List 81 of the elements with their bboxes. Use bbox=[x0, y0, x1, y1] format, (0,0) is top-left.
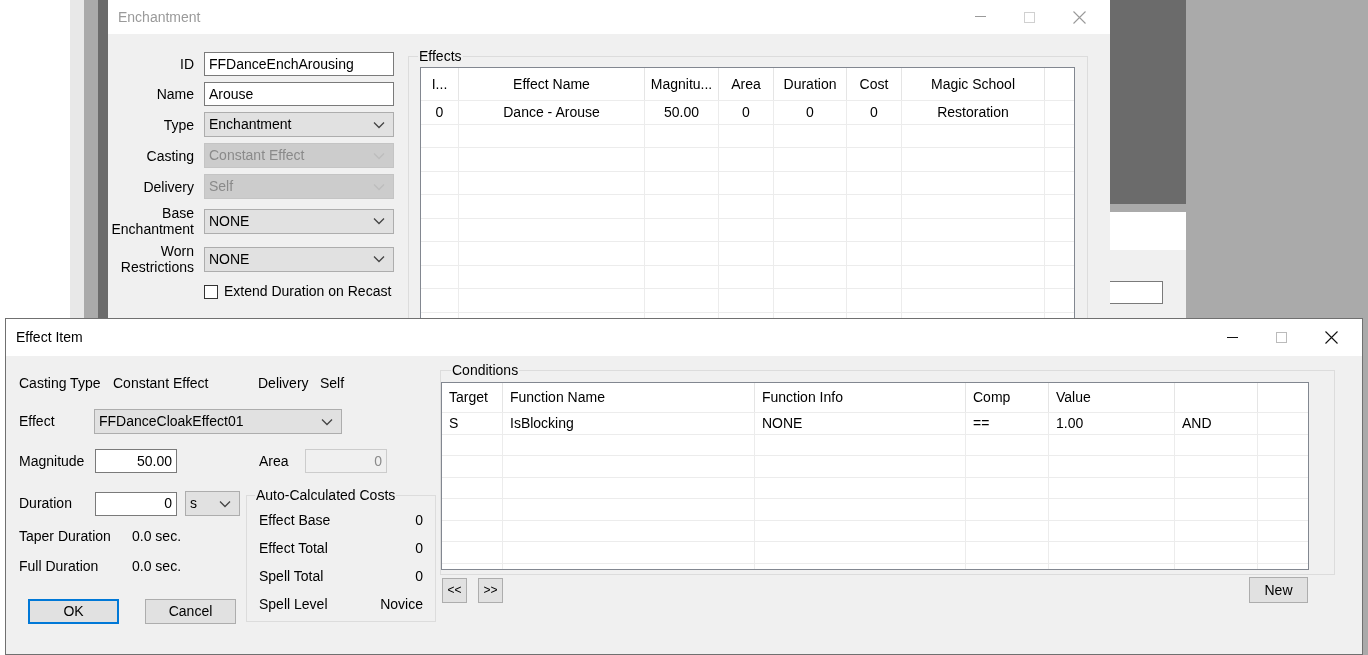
dropdown[interactable]: s bbox=[185, 491, 240, 516]
field-label: Spell Total bbox=[259, 566, 324, 586]
field-label: Duration bbox=[19, 494, 73, 513]
table-cell-text: Restoration bbox=[937, 102, 1009, 122]
input-field[interactable]: 50.00 bbox=[95, 449, 177, 473]
table-cell-text: IsBlocking bbox=[510, 413, 574, 433]
chevron-down-icon bbox=[373, 120, 385, 129]
field-label: Spell Level bbox=[259, 594, 328, 614]
dropdown[interactable]: Enchantment bbox=[204, 112, 394, 137]
input-field[interactable]: FFDanceEnchArousing bbox=[204, 52, 394, 76]
column-header[interactable]: Cost bbox=[859, 73, 889, 95]
dropdown[interactable]: NONE bbox=[204, 246, 394, 272]
previous-button[interactable]: << bbox=[442, 577, 467, 603]
field-label: Name bbox=[155, 86, 194, 102]
field-label: Casting Type bbox=[19, 373, 102, 393]
field-label: Worn Restrictions bbox=[119, 243, 194, 275]
field-value: Constant Effect bbox=[113, 373, 210, 393]
field-value: 0.0 sec. bbox=[132, 526, 182, 546]
chevron-down-icon bbox=[219, 499, 231, 508]
table-cell-text: S bbox=[449, 413, 459, 433]
column-header[interactable]: Target bbox=[449, 387, 488, 408]
chevron-down-icon bbox=[321, 417, 333, 426]
input-field[interactable]: Arouse bbox=[204, 82, 394, 106]
field-label: ID bbox=[179, 56, 194, 72]
column-header[interactable]: Duration bbox=[783, 73, 837, 95]
next-button[interactable]: >> bbox=[478, 577, 503, 603]
chevron-down-icon bbox=[373, 217, 385, 225]
input-field[interactable]: 0 bbox=[95, 491, 177, 516]
group-title: Conditions bbox=[451, 361, 520, 380]
group-title: Effects bbox=[418, 47, 463, 66]
column-header[interactable]: Value bbox=[1056, 387, 1091, 408]
field-label: Delivery bbox=[142, 178, 194, 195]
table-cell-text: NONE bbox=[762, 413, 803, 433]
column-header[interactable]: Function Info bbox=[762, 387, 843, 408]
field-value: 0 bbox=[415, 538, 423, 558]
checkbox[interactable] bbox=[204, 284, 218, 299]
dropdown[interactable]: FFDanceCloakEffect01 bbox=[94, 409, 342, 434]
table-cell-text: 0 bbox=[742, 102, 750, 122]
window-title: Effect Item bbox=[16, 328, 83, 347]
field-label: Delivery bbox=[258, 373, 310, 393]
column-header[interactable]: Effect Name bbox=[513, 73, 590, 95]
field-value: Novice bbox=[380, 594, 423, 614]
field-value: 0.0 sec. bbox=[132, 556, 182, 576]
field-label: Effect Total bbox=[259, 538, 328, 558]
field-label: Type bbox=[162, 116, 194, 133]
group-title: Auto-Calculated Costs bbox=[255, 486, 397, 505]
table-cell-text: 50.00 bbox=[663, 102, 699, 122]
field-label: Base Enchantment bbox=[110, 205, 194, 237]
new-button[interactable]: New bbox=[1249, 577, 1308, 603]
checkbox-label: Extend Duration on Recast bbox=[224, 282, 392, 301]
column-header[interactable]: Function Name bbox=[510, 387, 605, 408]
table-cell-text: 1.00 bbox=[1056, 413, 1084, 433]
input-field[interactable] bbox=[1110, 281, 1163, 304]
field-label: Effect bbox=[19, 412, 56, 431]
field-label: Magnitude bbox=[19, 451, 86, 471]
field-value: 0 bbox=[415, 566, 423, 586]
table-cell-text: Dance - Arouse bbox=[503, 102, 600, 122]
minimize-icon[interactable] bbox=[1227, 336, 1238, 339]
table-cell-text: 0 bbox=[435, 102, 444, 122]
field-value: 0 bbox=[415, 510, 423, 530]
dropdown[interactable]: NONE bbox=[204, 208, 394, 234]
table-cell-text: 0 bbox=[806, 102, 814, 122]
close-icon[interactable] bbox=[1325, 331, 1338, 344]
table-cell-text: == bbox=[973, 413, 990, 433]
field-label: Effect Base bbox=[259, 510, 331, 530]
column-header[interactable]: Magnitu... bbox=[650, 73, 713, 95]
table-cell-text: 0 bbox=[870, 102, 878, 122]
column-header[interactable]: I... bbox=[431, 73, 448, 95]
field-label: Area bbox=[259, 451, 290, 471]
cancel-button[interactable]: Cancel bbox=[145, 599, 236, 624]
chevron-down-icon bbox=[373, 255, 385, 263]
window-title: Enchantment bbox=[118, 7, 201, 27]
column-header[interactable]: Magic School bbox=[930, 73, 1015, 95]
ok-button[interactable]: OK bbox=[28, 599, 119, 624]
column-header[interactable]: Comp bbox=[973, 387, 1011, 408]
table-cell-text: AND bbox=[1182, 413, 1212, 433]
field-label: Casting bbox=[145, 147, 194, 164]
field-label: Taper Duration bbox=[19, 526, 112, 546]
field-value: Self bbox=[320, 373, 345, 393]
field-label: Full Duration bbox=[19, 556, 100, 576]
column-header[interactable]: Area bbox=[731, 73, 761, 95]
